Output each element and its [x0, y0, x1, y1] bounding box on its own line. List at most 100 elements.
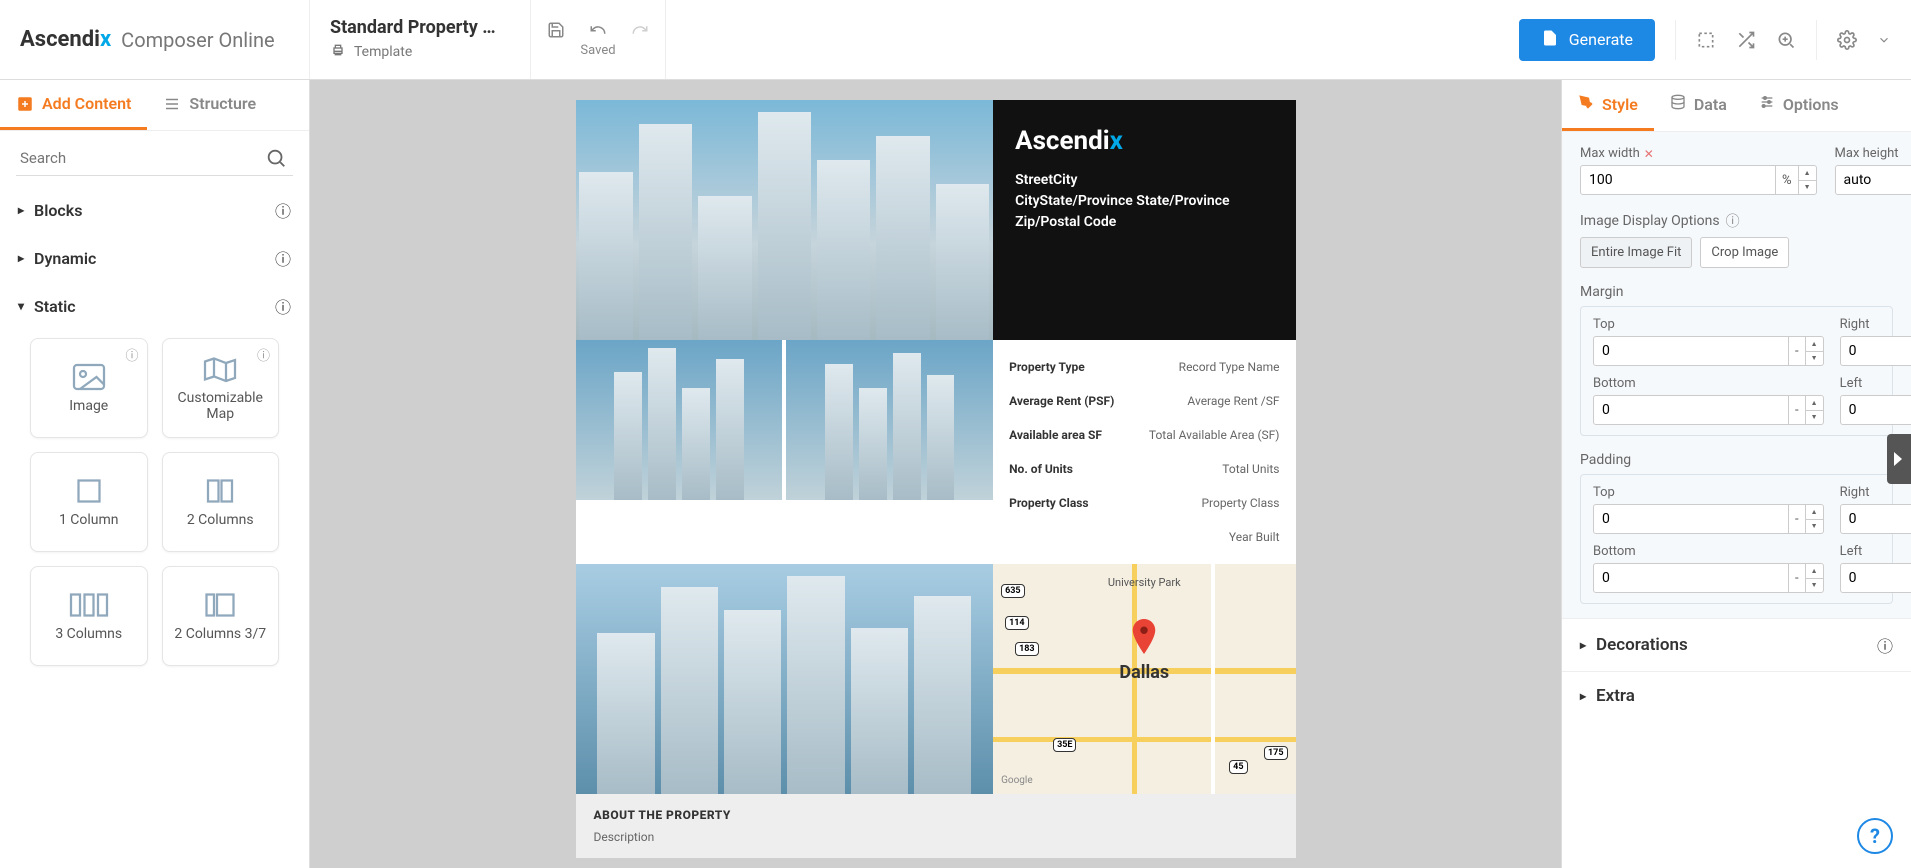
margin-top-input[interactable]: [1594, 343, 1788, 359]
unit-selector[interactable]: -: [1788, 337, 1805, 365]
caret-right-icon: ▸: [1580, 689, 1586, 703]
padding-left-input[interactable]: [1841, 570, 1911, 586]
undo-icon[interactable]: [589, 21, 607, 39]
stepper[interactable]: ▲▼: [1805, 337, 1823, 365]
section-static[interactable]: ▾Static ⓘ: [0, 282, 309, 330]
stepper[interactable]: ▲▼: [1798, 166, 1816, 194]
addr-line: Zip/Postal Code: [1015, 212, 1273, 233]
chevron-down-icon[interactable]: [1877, 33, 1891, 47]
sliders-icon: [1759, 94, 1775, 114]
save-icon[interactable]: [547, 21, 565, 39]
about-title: ABOUT THE PROPERTY: [594, 808, 1278, 822]
plus-icon: [16, 95, 34, 113]
addr-line: StreetCity: [1015, 170, 1273, 191]
stepper[interactable]: ▲▼: [1805, 396, 1823, 424]
database-icon: [1670, 94, 1686, 114]
section-blocks[interactable]: ▸Blocks ⓘ: [0, 186, 309, 234]
unit-selector[interactable]: -: [1788, 564, 1805, 592]
gear-icon[interactable]: [1837, 30, 1857, 50]
info-icon[interactable]: ⓘ: [275, 246, 291, 270]
entire-image-fit-button[interactable]: Entire Image Fit: [1580, 237, 1692, 268]
about-desc: Description: [594, 830, 1278, 844]
static-map[interactable]: ⓘCustomizable Map: [162, 338, 280, 438]
static-image[interactable]: ⓘImage: [30, 338, 148, 438]
tab-structure[interactable]: Structure: [147, 80, 272, 130]
clear-max-width[interactable]: ✕: [1644, 147, 1654, 161]
collapse-right-panel[interactable]: [1887, 434, 1911, 484]
static-2col-37[interactable]: 2 Columns 3/7: [162, 566, 280, 666]
max-height-label: Max height: [1835, 146, 1899, 161]
print-icon[interactable]: [330, 42, 346, 62]
generate-button[interactable]: Generate: [1519, 19, 1655, 61]
about-block[interactable]: ABOUT THE PROPERTY Description: [576, 794, 1296, 858]
app-name: Composer Online: [121, 28, 274, 52]
brand-block: Ascendix Composer Online: [0, 0, 310, 79]
crop-image-button[interactable]: Crop Image: [1700, 237, 1789, 268]
padding-top-input[interactable]: [1594, 511, 1788, 527]
shuffle-icon[interactable]: [1736, 30, 1756, 50]
map-attribution: Google: [1001, 775, 1033, 786]
unit-selector[interactable]: %: [1775, 166, 1798, 194]
info-icon[interactable]: ⓘ: [1877, 633, 1893, 657]
search-icon[interactable]: [265, 147, 287, 173]
info-icon[interactable]: ⓘ: [275, 198, 291, 222]
structure-icon: [163, 95, 181, 113]
stepper[interactable]: ▲▼: [1805, 564, 1823, 592]
unit-selector[interactable]: -: [1788, 505, 1805, 533]
export-icon: [1541, 29, 1559, 51]
stepper[interactable]: ▲▼: [1805, 505, 1823, 533]
large-image[interactable]: [576, 564, 994, 794]
property-details[interactable]: Property TypeRecord Type Name Average Re…: [993, 340, 1295, 564]
canvas-area[interactable]: Ascendix StreetCity CityState/Province S…: [310, 80, 1561, 868]
max-width-input[interactable]: [1581, 172, 1775, 188]
info-icon: ⓘ: [125, 345, 138, 364]
unit-selector[interactable]: -: [1788, 396, 1805, 424]
static-1col[interactable]: 1 Column: [30, 452, 148, 552]
section-decorations[interactable]: ▸Decorations ⓘ: [1562, 618, 1911, 671]
info-icon[interactable]: ⓘ: [275, 294, 291, 318]
secondary-images[interactable]: [576, 340, 994, 564]
brand-logo: Ascendix: [20, 27, 111, 52]
addr-line: CityState/Province State/Province: [1015, 191, 1273, 212]
margin-right-input[interactable]: [1841, 343, 1911, 359]
max-height-input[interactable]: [1836, 172, 1911, 188]
document-type: Template: [354, 44, 412, 60]
map-label: University Park: [1108, 576, 1181, 589]
template-page[interactable]: Ascendix StreetCity CityState/Province S…: [576, 100, 1296, 858]
padding-right-input[interactable]: [1841, 511, 1911, 527]
redo-icon[interactable]: [631, 21, 649, 39]
zoom-icon[interactable]: [1776, 30, 1796, 50]
tab-style[interactable]: Style: [1562, 80, 1654, 131]
search-input[interactable]: [16, 141, 293, 176]
brush-icon: [1578, 94, 1594, 114]
info-icon[interactable]: ⓘ: [1726, 211, 1740, 231]
margin-label: Margin: [1580, 284, 1893, 300]
caret-right-icon: ▸: [1580, 638, 1586, 652]
tab-add-content[interactable]: Add Content: [0, 80, 147, 130]
section-dynamic[interactable]: ▸Dynamic ⓘ: [0, 234, 309, 282]
margin-bottom-input[interactable]: [1594, 402, 1788, 418]
padding-label: Padding: [1580, 452, 1893, 468]
help-button[interactable]: ?: [1857, 818, 1893, 854]
select-icon[interactable]: [1696, 30, 1716, 50]
hero-image[interactable]: [576, 100, 994, 340]
max-width-label: Max width: [1580, 146, 1640, 161]
info-icon: ⓘ: [257, 345, 270, 364]
static-2col[interactable]: 2 Columns: [162, 452, 280, 552]
static-3col[interactable]: 3 Columns: [30, 566, 148, 666]
margin-left-input[interactable]: [1841, 402, 1911, 418]
document-title: Standard Property Ma...: [330, 17, 510, 38]
caret-right-icon: ▸: [18, 251, 24, 265]
image-display-label: Image Display Options: [1580, 213, 1720, 229]
map-city-label: Dallas: [1119, 662, 1169, 683]
map-block[interactable]: 635 114 183 35E 45 175 Google University…: [993, 564, 1295, 794]
caret-right-icon: ▸: [18, 203, 24, 217]
tab-data[interactable]: Data: [1654, 80, 1743, 131]
saved-status: Saved: [580, 43, 615, 58]
hero-info-block[interactable]: Ascendix StreetCity CityState/Province S…: [993, 100, 1295, 340]
caret-down-icon: ▾: [18, 299, 24, 313]
padding-bottom-input[interactable]: [1594, 570, 1788, 586]
map-pin-icon: [1129, 619, 1159, 663]
section-extra[interactable]: ▸Extra: [1562, 671, 1911, 720]
tab-options[interactable]: Options: [1743, 80, 1855, 131]
